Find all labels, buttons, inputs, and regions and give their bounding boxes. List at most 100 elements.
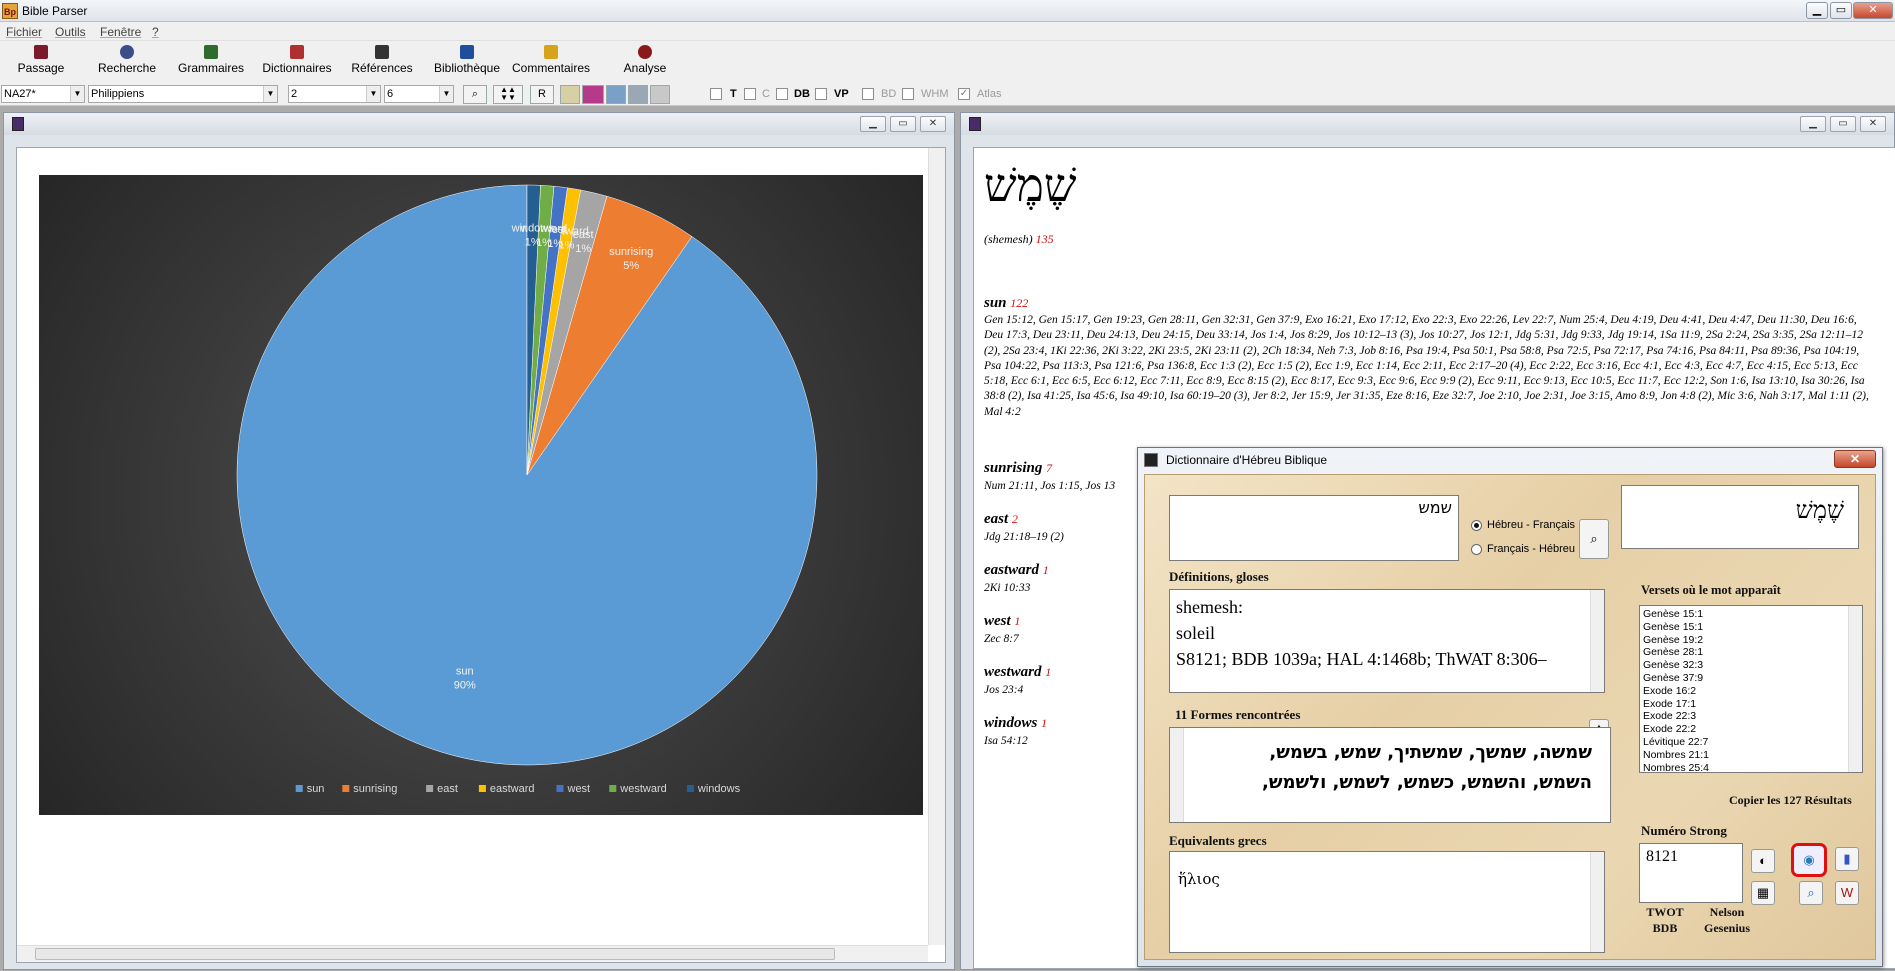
twot-link[interactable]: TWOT <box>1645 905 1685 920</box>
dictionnaires-button[interactable]: Dictionnaires <box>258 43 336 81</box>
horizontal-scrollbar[interactable] <box>17 945 928 962</box>
scrollbar-thumb[interactable] <box>35 948 835 960</box>
speaker-button[interactable]: ◐ <box>1751 849 1775 873</box>
verse-list-item[interactable]: Genèse 37:9 <box>1640 672 1862 685</box>
checkbox-bd[interactable] <box>862 88 874 100</box>
legend-swatch-sun <box>295 785 303 792</box>
bdb-link[interactable]: BDB <box>1645 921 1685 936</box>
menu-fichier[interactable]: Fichier <box>6 25 42 39</box>
checkbox-atlas-label: Atlas <box>977 88 1002 100</box>
legend-swatch-west <box>556 785 564 792</box>
checkbox-t[interactable] <box>710 88 722 100</box>
verse-list-item[interactable]: Exode 22:3 <box>1640 710 1862 723</box>
hebrew-search-input[interactable]: שמש <box>1169 495 1459 561</box>
verses-list[interactable]: Genèse 15:1 Genèse 15:1 Genèse 19:2 Genèse … <box>1639 605 1863 773</box>
bibliotheque-button[interactable]: Bibliothèque <box>428 43 506 81</box>
chart-button[interactable]: ▮ <box>1835 847 1859 871</box>
radio-hebreu-francais[interactable] <box>1471 520 1482 531</box>
book-select[interactable]: Philippiens ▼ <box>88 85 278 103</box>
text-view-icon[interactable] <box>560 85 580 104</box>
checkbox-vp[interactable] <box>815 88 827 100</box>
menu-outils[interactable]: Outils <box>55 25 86 39</box>
verse-list-item[interactable]: Nombres 21:1 <box>1640 749 1862 762</box>
zoom-button[interactable]: ⌕ <box>1799 881 1823 905</box>
verse-list-item[interactable]: Exode 22:2 <box>1640 723 1862 736</box>
gesenius-link[interactable]: Gesenius <box>1697 921 1757 936</box>
vertical-scrollbar[interactable] <box>1590 590 1604 692</box>
speaker-icon[interactable] <box>650 85 670 104</box>
search-passage-button[interactable]: ⌕ <box>463 85 487 104</box>
globe-icon: ◉ <box>1803 852 1815 867</box>
minimize-button[interactable]: ▁ <box>1806 2 1828 19</box>
minimize-button[interactable]: ▁ <box>860 116 886 132</box>
grid-icon: ▦ <box>1756 885 1770 900</box>
speaker-icon: ◐ <box>1759 853 1767 868</box>
bar-chart-icon: ▮ <box>1843 851 1851 866</box>
vertical-scrollbar[interactable] <box>928 148 945 945</box>
checkbox-bd-label: BD <box>881 88 897 100</box>
commentaires-button[interactable]: Commentaires <box>510 43 592 81</box>
gloss-windows: windows 1 <box>984 715 1047 732</box>
maximize-button[interactable]: ▭ <box>890 116 916 132</box>
nelson-link[interactable]: Nelson <box>1697 905 1757 920</box>
r-button[interactable]: R <box>530 85 554 104</box>
maximize-button[interactable]: ▭ <box>1830 2 1852 19</box>
close-button[interactable]: ✕ <box>920 116 946 132</box>
menu-fenetre[interactable]: Fenêtre <box>100 25 141 39</box>
close-button[interactable]: ✕ <box>1853 2 1893 19</box>
passage-button[interactable]: Passage <box>10 43 72 81</box>
w-button[interactable]: W <box>1835 881 1859 905</box>
minimize-button[interactable]: ▁ <box>1800 116 1826 132</box>
checkbox-c[interactable] <box>744 88 756 100</box>
radio-hebreu-francais-label: Hébreu - Français <box>1487 519 1576 531</box>
magnifier-icon: ⌕ <box>1590 531 1598 546</box>
references-button[interactable]: Références <box>346 43 418 81</box>
verse-list-item[interactable]: Genèse 15:1 <box>1640 621 1862 634</box>
references-eastward: 2Ki 10:33 <box>984 582 1031 594</box>
dialog-body: שמש Hébreu - Français Français - Hébreu … <box>1144 474 1876 960</box>
verse-select[interactable]: 6 ▼ <box>384 85 454 103</box>
verse-list-item[interactable]: Genèse 19:2 <box>1640 634 1862 647</box>
analyse-button[interactable]: Analyse <box>618 43 672 81</box>
maximize-button[interactable]: ▭ <box>1830 116 1856 132</box>
books-stack-icon[interactable] <box>582 85 604 104</box>
version-select[interactable]: NA27* ▼ <box>1 85 85 103</box>
close-button[interactable]: ✕ <box>1860 116 1886 132</box>
verse-list-item[interactable]: Nombres 25:4 <box>1640 762 1862 772</box>
strong-number-label: Numéro Strong <box>1641 823 1727 838</box>
passage-selector-row: NA27* ▼ Philippiens ▼ 2 ▼ 6 ▼ ⌕ ▲▲ ▼▼ R T… <box>0 83 1895 106</box>
verse-list-item[interactable]: Genèse 32:3 <box>1640 659 1862 672</box>
vertical-scrollbar[interactable] <box>1848 606 1862 772</box>
references-sun: Gen 15:12, Gen 15:17, Gen 19:23, Gen 28:… <box>984 314 1869 418</box>
gloss-count: 1 <box>1014 614 1021 628</box>
checkbox-db[interactable] <box>776 88 788 100</box>
checkbox-whm[interactable] <box>902 88 914 100</box>
menu-help[interactable]: ? <box>152 25 159 39</box>
definitions-label: Définitions, gloses <box>1169 569 1269 584</box>
vertical-scrollbar[interactable] <box>1590 852 1604 952</box>
chapter-select[interactable]: 2 ▼ <box>288 85 381 103</box>
hebrew-dictionary-dialog: Dictionnaire d'Hébreu Biblique ✕ שמש Héb… <box>1137 447 1883 967</box>
grid-button[interactable]: ▦ <box>1751 881 1775 905</box>
radio-francais-hebreu[interactable] <box>1471 544 1482 555</box>
verse-list-item[interactable]: Exode 17:1 <box>1640 698 1862 711</box>
dialog-titlebar: Dictionnaire d'Hébreu Biblique ✕ <box>1138 448 1882 472</box>
verse-list-item[interactable]: Lévitique 22:7 <box>1640 736 1862 749</box>
globe-button[interactable]: ◉ <box>1791 843 1827 877</box>
copy-results-button[interactable]: Copier les 127 Résultats <box>1729 793 1852 808</box>
strong-number-input[interactable]: 8121 <box>1639 843 1743 903</box>
close-button[interactable]: ✕ <box>1834 450 1876 468</box>
verse-list-item[interactable]: Exode 16:2 <box>1640 685 1862 698</box>
verse-list-item[interactable]: Genèse 15:1 <box>1640 608 1862 621</box>
lookup-button[interactable]: ⌕ <box>1579 519 1609 559</box>
recherche-button[interactable]: Recherche <box>92 43 162 81</box>
tools-icon[interactable] <box>628 85 648 104</box>
vertical-scrollbar[interactable] <box>1170 728 1184 822</box>
radio-francais-hebreu-label: Français - Hébreu <box>1487 543 1576 555</box>
checkbox-atlas[interactable]: ✓ <box>958 88 970 100</box>
grammaires-button[interactable]: Grammaires <box>174 43 248 81</box>
verse-stepper[interactable]: ▲▲ ▼▼ <box>493 85 523 104</box>
tree-icon[interactable] <box>606 85 626 104</box>
pie-percent-sun: 90% <box>454 679 476 691</box>
verse-list-item[interactable]: Genèse 28:1 <box>1640 646 1862 659</box>
